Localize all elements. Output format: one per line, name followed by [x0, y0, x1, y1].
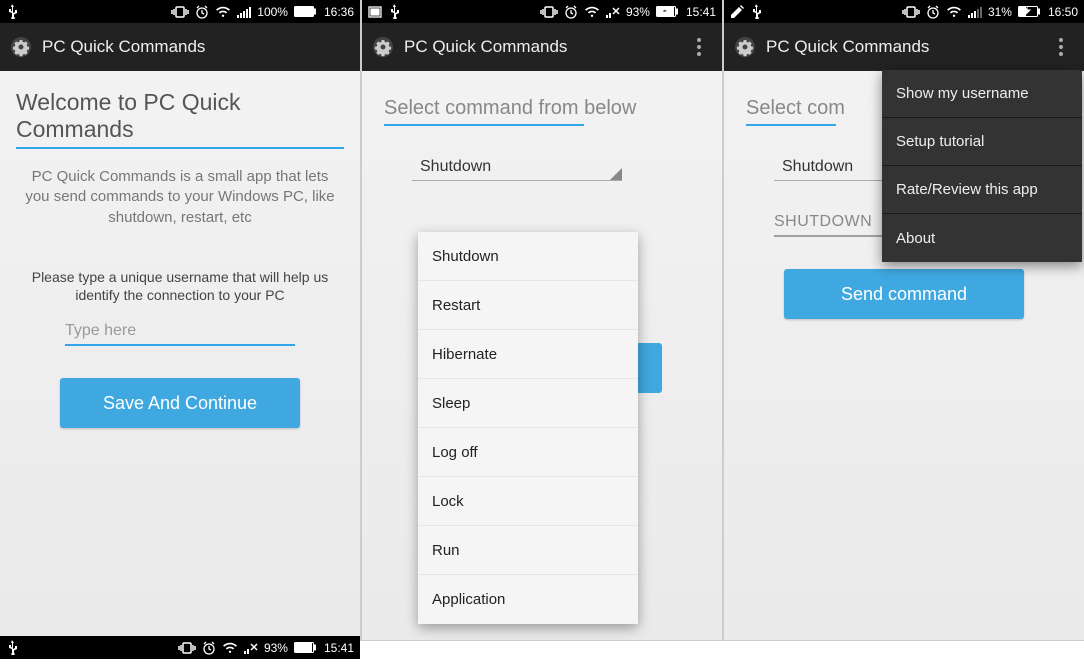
battery-pct: 93%: [626, 5, 650, 19]
alarm-icon: [195, 5, 209, 19]
app-bar: PC Quick Commands: [0, 23, 360, 71]
menu-show-username[interactable]: Show my username: [882, 70, 1082, 118]
status-bar: 100% 16:36: [0, 0, 360, 23]
save-continue-button[interactable]: Save And Continue: [60, 378, 300, 428]
battery-icon: [656, 6, 678, 17]
vibrate-icon: [171, 6, 189, 18]
usb-icon: [750, 4, 762, 20]
usb-icon: [388, 4, 400, 20]
gear-icon: [734, 36, 756, 58]
app-bar: PC Quick Commands: [362, 23, 722, 71]
menu-setup-tutorial[interactable]: Setup tutorial: [882, 118, 1082, 166]
command-spinner[interactable]: Shutdown: [412, 152, 622, 181]
wifi-icon: [215, 6, 231, 18]
overflow-icon: [697, 38, 701, 56]
app-title: PC Quick Commands: [404, 37, 567, 57]
signal-icon: [237, 6, 251, 18]
alarm-icon: [926, 5, 940, 19]
overflow-button[interactable]: [1046, 23, 1076, 71]
username-input[interactable]: [65, 322, 295, 340]
app-title: PC Quick Commands: [42, 37, 205, 57]
no-signal-icon: [244, 642, 258, 654]
divider: [746, 124, 836, 126]
divider: [384, 124, 584, 126]
dropdown-item-application[interactable]: Application: [418, 575, 638, 624]
clock: 15:41: [686, 5, 716, 19]
usb-icon: [6, 4, 18, 20]
command-select-screen: 93% 15:41 PC Quick Commands Select comma…: [362, 0, 722, 640]
signal-icon: [968, 6, 982, 18]
clock: 15:41: [324, 641, 354, 655]
vibrate-icon: [540, 6, 558, 18]
dropdown-item-hibernate[interactable]: Hibernate: [418, 330, 638, 379]
username-input-wrap[interactable]: [65, 322, 295, 346]
gear-icon: [372, 36, 394, 58]
battery-icon: [294, 6, 316, 17]
status-bar: 31% 16:50: [724, 0, 1084, 23]
app-bar: PC Quick Commands: [724, 23, 1084, 71]
gear-icon: [10, 36, 32, 58]
command-dropdown: Shutdown Restart Hibernate Sleep Log off…: [418, 232, 638, 624]
clock: 16:50: [1048, 5, 1078, 19]
screenshot-icon: [368, 6, 382, 18]
battery-icon: [1018, 6, 1040, 17]
app-title: PC Quick Commands: [766, 37, 929, 57]
vibrate-icon: [902, 6, 920, 18]
app-description: PC Quick Commands is a small app that le…: [16, 167, 344, 228]
battery-pct: 31%: [988, 5, 1012, 19]
dropdown-item-run[interactable]: Run: [418, 526, 638, 575]
section-title: Select command from below: [384, 97, 706, 120]
overflow-button[interactable]: [684, 23, 714, 71]
overflow-menu: Show my username Setup tutorial Rate/Rev…: [882, 70, 1082, 262]
no-signal-icon: [606, 6, 620, 18]
dropdown-item-shutdown[interactable]: Shutdown: [418, 232, 638, 281]
alarm-icon: [564, 5, 578, 19]
usb-icon: [6, 640, 18, 656]
username-instruction: Please type a unique username that will …: [16, 268, 344, 304]
dropdown-item-lock[interactable]: Lock: [418, 477, 638, 526]
dropdown-item-logoff[interactable]: Log off: [418, 428, 638, 477]
wifi-icon: [584, 6, 600, 18]
overflow-icon: [1059, 38, 1063, 56]
wifi-icon: [222, 642, 238, 654]
battery-icon: [294, 642, 316, 653]
clock: 16:36: [324, 5, 354, 19]
menu-about[interactable]: About: [882, 214, 1082, 262]
dropdown-item-restart[interactable]: Restart: [418, 281, 638, 330]
welcome-heading: Welcome to PC Quick Commands: [16, 89, 344, 143]
battery-pct: 100%: [257, 5, 288, 19]
menu-rate-review[interactable]: Rate/Review this app: [882, 166, 1082, 214]
alarm-icon: [202, 641, 216, 655]
vibrate-icon: [178, 642, 196, 654]
cropped-statusbar-frag: 93% 15:41: [0, 636, 360, 660]
welcome-screen: 100% 16:36 PC Quick Commands Welcome to …: [0, 0, 360, 640]
edit-icon: [730, 5, 744, 19]
divider: [16, 147, 344, 149]
send-command-button[interactable]: Send command: [784, 269, 1024, 319]
status-bar: 93% 15:41: [362, 0, 722, 23]
battery-pct: 93%: [264, 641, 288, 655]
wifi-icon: [946, 6, 962, 18]
dropdown-item-sleep[interactable]: Sleep: [418, 379, 638, 428]
send-command-screen: 31% 16:50 PC Quick Commands Select com S…: [724, 0, 1084, 640]
